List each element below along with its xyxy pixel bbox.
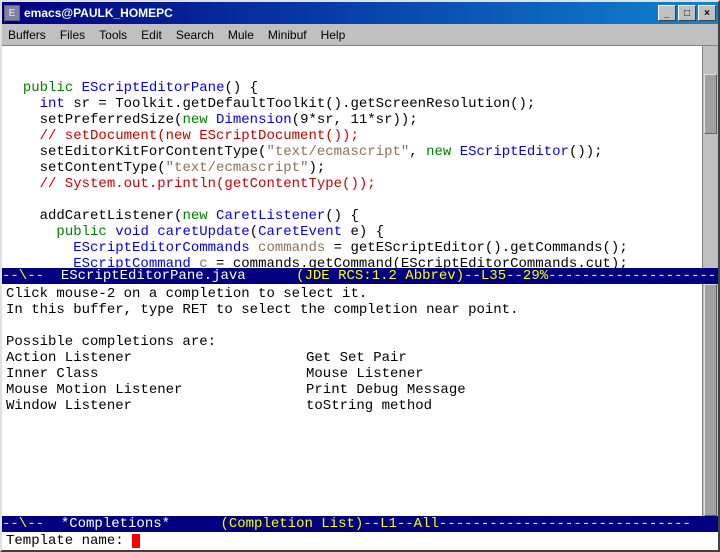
type-int: int — [40, 96, 65, 112]
menu-help[interactable]: Help — [321, 28, 346, 42]
completions-scrollbar[interactable] — [702, 284, 718, 516]
comment: // System.out.println(getContentType()); — [6, 176, 376, 192]
completion-item[interactable]: Mouse Listener — [306, 366, 424, 382]
code-scrollbar[interactable] — [702, 46, 718, 268]
maximize-button[interactable]: □ — [678, 5, 696, 21]
titlebar[interactable]: E emacs@PAULK_HOMEPC _ □ × — [2, 2, 718, 24]
completion-help: In this buffer, type RET to select the c… — [6, 302, 518, 318]
emacs-window: E emacs@PAULK_HOMEPC _ □ × Buffers Files… — [0, 0, 720, 552]
completion-item[interactable]: toString method — [306, 398, 432, 414]
scrollbar-thumb[interactable] — [704, 74, 717, 134]
minibuffer-prompt: Template name: — [6, 533, 132, 549]
code-content[interactable]: public EScriptEditorPane() { int sr = To… — [2, 46, 702, 268]
close-button[interactable]: × — [698, 5, 716, 21]
modeline-completions: --\-- *Completions* (Completion List)--L… — [2, 516, 718, 532]
kw-public: public — [23, 80, 73, 96]
completions-buffer[interactable]: Click mouse-2 on a completion to select … — [2, 284, 718, 516]
window-title: emacs@PAULK_HOMEPC — [24, 6, 656, 20]
minibuffer[interactable]: Template name: — [2, 532, 718, 550]
completion-heading: Possible completions are: — [6, 334, 216, 350]
completions-content: Click mouse-2 on a completion to select … — [2, 284, 702, 516]
class-name: EScriptEditorPane — [82, 80, 225, 96]
text-cursor — [132, 534, 140, 548]
completion-item[interactable]: Inner Class — [6, 366, 98, 382]
menu-minibuf[interactable]: Minibuf — [268, 28, 307, 42]
completion-item[interactable]: Mouse Motion Listener — [6, 382, 182, 398]
menu-files[interactable]: Files — [60, 28, 85, 42]
comment: // setDocument(new EScriptDocument()); — [6, 128, 359, 144]
buffer-name: EScriptEditorPane.java — [61, 268, 246, 284]
menubar: Buffers Files Tools Edit Search Mule Min… — [2, 24, 718, 46]
buffer-name: *Completions* — [61, 516, 170, 532]
scrollbar-thumb[interactable] — [704, 284, 717, 516]
modeline-code: --\-- EScriptEditorPane.java (JDE RCS:1.… — [2, 268, 718, 284]
completion-item[interactable]: Window Listener — [6, 398, 132, 414]
mode-info: (Completion List)--L1--All — [220, 516, 438, 532]
completion-help: Click mouse-2 on a completion to select … — [6, 286, 367, 302]
menu-mule[interactable]: Mule — [228, 28, 254, 42]
menu-buffers[interactable]: Buffers — [8, 28, 46, 42]
code-buffer[interactable]: public EScriptEditorPane() { int sr = To… — [2, 46, 718, 268]
completion-item[interactable]: Get Set Pair — [306, 350, 407, 366]
completion-item[interactable]: Action Listener — [6, 350, 132, 366]
completion-item[interactable]: Print Debug Message — [306, 382, 466, 398]
app-icon: E — [4, 5, 20, 21]
menu-search[interactable]: Search — [176, 28, 214, 42]
menu-edit[interactable]: Edit — [141, 28, 162, 42]
mode-info: (JDE RCS:1.2 Abbrev)--L35--29% — [296, 268, 548, 284]
menu-tools[interactable]: Tools — [99, 28, 127, 42]
minimize-button[interactable]: _ — [658, 5, 676, 21]
